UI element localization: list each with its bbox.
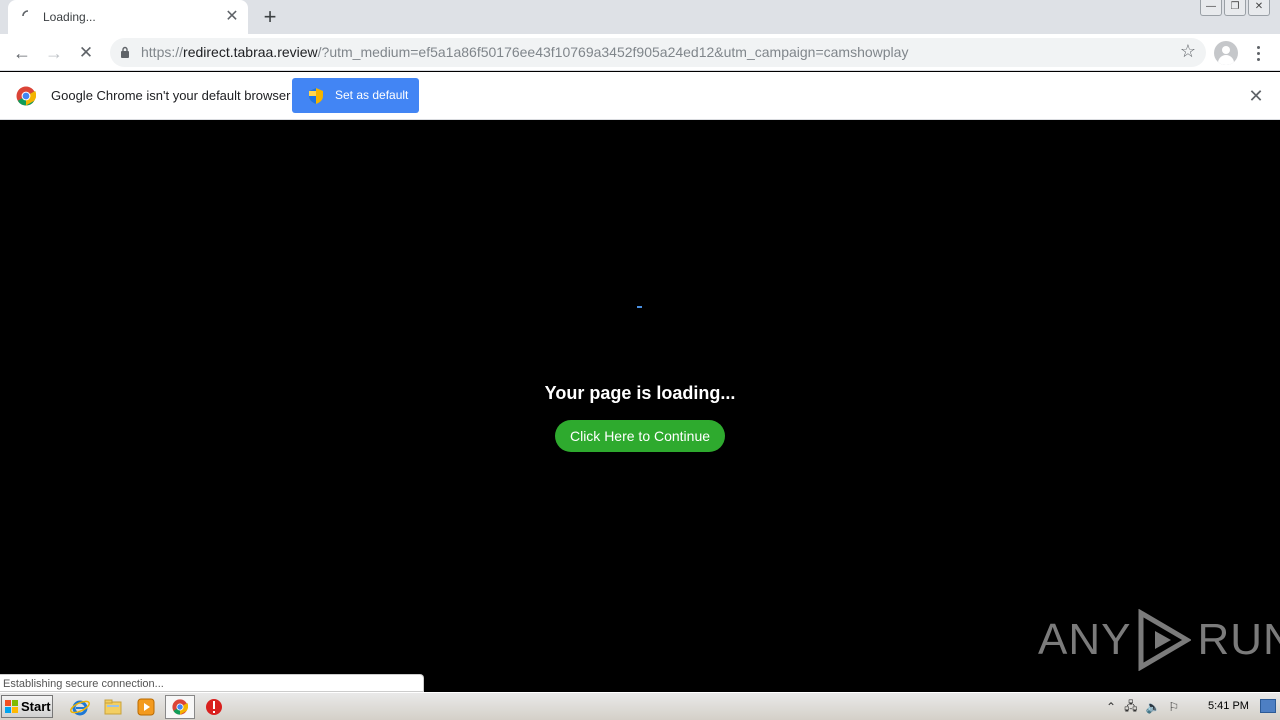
uac-shield-icon [309,88,323,104]
action-center-flag-icon[interactable]: ⚐ [1168,700,1179,714]
file-explorer-icon[interactable] [102,696,124,718]
back-arrow-icon[interactable]: ← [9,40,35,66]
media-player-icon[interactable] [135,696,157,718]
stop-sign-app-icon[interactable] [203,696,225,718]
page-spinner [637,306,642,308]
default-browser-infobar: Google Chrome isn't your default browser… [0,72,1280,120]
status-bubble: Establishing secure connection... [0,674,424,692]
infobar-close-icon[interactable]: ✕ [1246,86,1266,106]
window-close-button[interactable]: ✕ [1248,0,1270,16]
volume-icon[interactable]: 🔈 [1145,700,1160,714]
browser-toolbar: ← → ✕ https://redirect.tabraa.review/?ut… [0,34,1280,71]
set-as-default-label: Set as default [335,88,409,102]
web-page: Your page is loading... Click Here to Co… [0,120,1280,692]
continue-button[interactable]: Click Here to Continue [555,420,725,452]
profile-avatar[interactable] [1214,41,1238,65]
show-desktop-button[interactable] [1260,699,1276,713]
tab-strip: Loading... ✕ + — ❐ ✕ [0,0,1280,34]
tab-title: Loading... [43,10,96,24]
chrome-taskbar-button[interactable] [165,695,195,719]
lock-icon [121,46,129,58]
url-text: https://redirect.tabraa.review/?utm_medi… [141,44,908,60]
internet-explorer-icon[interactable] [69,696,91,718]
url-host: redirect.tabraa.review [183,44,318,60]
windows-flag-icon [5,700,18,713]
watermark-run: RUN [1197,615,1280,664]
chrome-icon [172,699,188,715]
start-label: Start [21,699,51,714]
tray-expand-icon[interactable]: ⌃ [1106,700,1116,714]
loading-spinner-icon [22,10,29,17]
windows-taskbar: Start ⌃ 🖧 🔈 ⚐ 5:41 PM [0,692,1280,720]
network-icon[interactable]: 🖧 [1124,697,1137,718]
new-tab-button[interactable]: + [258,5,282,29]
window-controls: — ❐ ✕ [1200,0,1270,18]
start-button[interactable]: Start [1,695,53,718]
url-scheme: https:// [141,44,184,60]
browser-tab[interactable]: Loading... ✕ [8,0,248,34]
watermark-any: ANY [1038,615,1132,664]
play-logo-icon [1138,609,1192,671]
avatar-head [1222,46,1230,54]
restore-button[interactable]: ❐ [1224,0,1246,16]
system-tray: ⌃ 🖧 🔈 ⚐ [1106,696,1179,718]
kebab-menu-icon[interactable] [1250,41,1266,65]
url-path: /?utm_medium=ef5a1a86f50176ee43f10769a34… [317,44,909,60]
chrome-logo-icon [16,86,36,106]
minimize-button[interactable]: — [1200,0,1222,16]
stop-icon[interactable]: ✕ [73,40,99,66]
tab-close-icon[interactable]: ✕ [222,7,242,27]
address-bar[interactable]: https://redirect.tabraa.review/?utm_medi… [110,38,1206,67]
taskbar-clock[interactable]: 5:41 PM [1208,700,1249,712]
infobar-message: Google Chrome isn't your default browser [51,88,291,103]
forward-arrow-icon[interactable]: → [41,40,67,66]
anyrun-watermark: ANY RUN [1038,608,1280,672]
bookmark-star-icon[interactable]: ☆ [1180,41,1196,62]
avatar-body [1218,55,1234,65]
loading-heading: Your page is loading... [544,383,736,403]
set-as-default-button[interactable]: Set as default [292,78,419,113]
